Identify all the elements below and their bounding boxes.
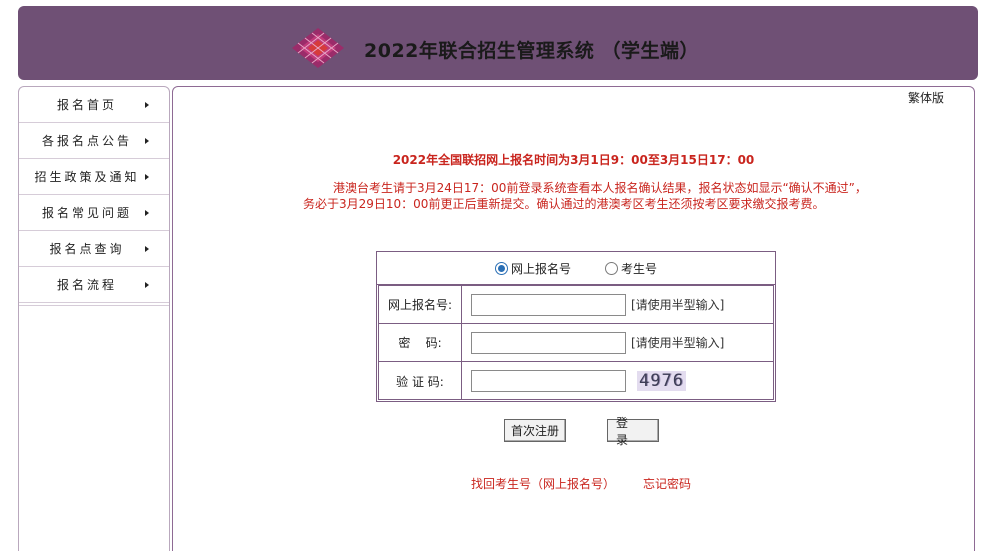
login-button[interactable]: 登 录 xyxy=(607,416,659,447)
sidebar-menu: 报名首页 各报名点公告 招生政策及通知 报名常见问题 报名点查询 报名流程 xyxy=(18,86,170,551)
sidebar-item-label: 报名首页 xyxy=(56,98,117,112)
caret-right-icon xyxy=(145,101,149,108)
diamond-logo-icon xyxy=(292,28,344,68)
caret-right-icon xyxy=(145,245,149,252)
sidebar-item-label: 报名点查询 xyxy=(49,242,125,256)
field-label: 网上报名号: xyxy=(379,286,462,323)
sidebar-item-home[interactable]: 报名首页 xyxy=(19,87,169,123)
form-row-captcha: 验 证 码: 4976 xyxy=(379,362,773,400)
main-panel: 繁体版 2022年全国联招网上报名时间为3月1日9：00至3月15日17：00 … xyxy=(172,86,975,551)
caret-right-icon xyxy=(145,137,149,144)
register-button[interactable]: 首次注册 xyxy=(504,419,566,442)
sidebar-item-faq[interactable]: 报名常见问题 xyxy=(19,195,169,231)
sidebar-item-label: 招生政策及通知 xyxy=(34,170,140,184)
field-hint: [请使用半型输入] xyxy=(631,298,725,312)
recover-exam-no-link[interactable]: 找回考生号（网上报名号） xyxy=(471,475,615,492)
radio-label: 网上报名号 xyxy=(510,261,571,276)
sidebar-divider xyxy=(19,303,169,306)
forgot-password-link[interactable]: 忘记密码 xyxy=(643,475,691,492)
field-cell: [请使用半型输入] xyxy=(462,286,773,323)
radio-unchecked-icon[interactable] xyxy=(605,261,618,275)
login-form: 网上报名号 考生号 网上报名号: [请使用半型输入] 密 码: [请使用半型输入… xyxy=(376,251,776,402)
sidebar-item-label: 各报名点公告 xyxy=(41,134,132,148)
radio-checked-icon[interactable] xyxy=(494,261,508,275)
notice-text: 港澳台考生请于3月24日17：00前登录系统查看本人报名确认结果，报名状态如显示… xyxy=(333,181,867,195)
password-input[interactable] xyxy=(471,331,626,354)
login-fields-table: 网上报名号: [请使用半型输入] 密 码: [请使用半型输入] 验 证 码: 4… xyxy=(378,285,774,400)
field-hint: [请使用半型输入] xyxy=(631,336,725,350)
header-bar: 2022年联合招生管理系统 （学生端） xyxy=(18,6,978,80)
form-row-password: 密 码: [请使用半型输入] xyxy=(379,324,773,362)
caret-right-icon xyxy=(145,209,149,216)
field-label: 密 码: xyxy=(379,324,462,361)
radio-exam-no[interactable]: 考生号 xyxy=(605,260,657,277)
field-cell: 4976 xyxy=(462,362,773,400)
sidebar-item-site-search[interactable]: 报名点查询 xyxy=(19,231,169,267)
online-no-input[interactable] xyxy=(471,293,626,316)
sidebar-item-policies[interactable]: 招生政策及通知 xyxy=(19,159,169,195)
site-title: 2022年联合招生管理系统 （学生端） xyxy=(364,40,699,62)
captcha-image[interactable]: 4976 xyxy=(637,371,686,391)
login-type-selector: 网上报名号 考生号 xyxy=(377,252,775,285)
field-cell: [请使用半型输入] xyxy=(462,324,773,361)
radio-online-no[interactable]: 网上报名号 xyxy=(494,260,571,277)
sidebar-item-announcements[interactable]: 各报名点公告 xyxy=(19,123,169,159)
sidebar-item-label: 报名流程 xyxy=(56,278,117,292)
sidebar-item-label: 报名常见问题 xyxy=(41,206,132,220)
caret-right-icon xyxy=(145,173,149,180)
notice-text: 务必于3月29日10：00前更正后重新提交。确认通过的港澳考区考生还须按考区要求… xyxy=(303,197,825,211)
form-row-online-no: 网上报名号: [请使用半型输入] xyxy=(379,286,773,324)
traditional-chinese-link[interactable]: 繁体版 xyxy=(908,89,944,106)
field-label: 验 证 码: xyxy=(379,362,462,400)
radio-label: 考生号 xyxy=(621,261,658,276)
caret-right-icon xyxy=(145,281,149,288)
notice-title: 2022年全国联招网上报名时间为3月1日9：00至3月15日17：00 xyxy=(392,153,755,167)
sidebar-item-process[interactable]: 报名流程 xyxy=(19,267,169,303)
captcha-input[interactable] xyxy=(471,370,626,392)
